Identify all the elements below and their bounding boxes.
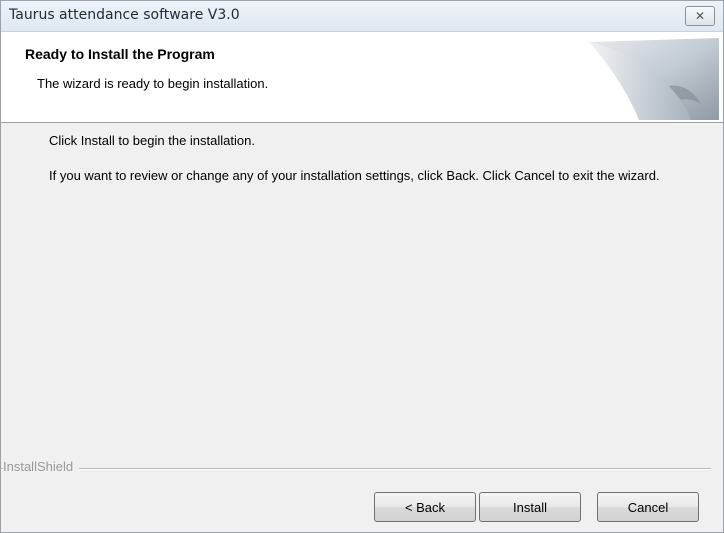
content-area: Click Install to begin the installation.… (1, 124, 723, 444)
title-bar[interactable]: Taurus attendance software V3.0 ✕ (1, 1, 723, 32)
cancel-button[interactable]: Cancel (597, 492, 699, 522)
page-subtitle: The wizard is ready to begin installatio… (37, 76, 269, 91)
back-button[interactable]: < Back (374, 492, 476, 522)
separator-line (1, 468, 711, 470)
install-button[interactable]: Install (479, 492, 581, 522)
close-icon: ✕ (694, 9, 706, 23)
instruction-text: Click Install to begin the installation. (49, 133, 255, 148)
wizard-header: Ready to Install the Program The wizard … (1, 32, 723, 123)
installer-window: Taurus attendance software V3.0 ✕ Ready … (0, 0, 724, 533)
installshield-separator: InstallShield (1, 459, 723, 477)
window-title: Taurus attendance software V3.0 (9, 7, 240, 23)
close-button[interactable]: ✕ (685, 6, 715, 26)
page-title: Ready to Install the Program (25, 46, 215, 62)
installshield-label: InstallShield (3, 459, 80, 474)
review-text: If you want to review or change any of y… (49, 168, 660, 183)
wizard-page-curl-graphic (589, 38, 719, 120)
